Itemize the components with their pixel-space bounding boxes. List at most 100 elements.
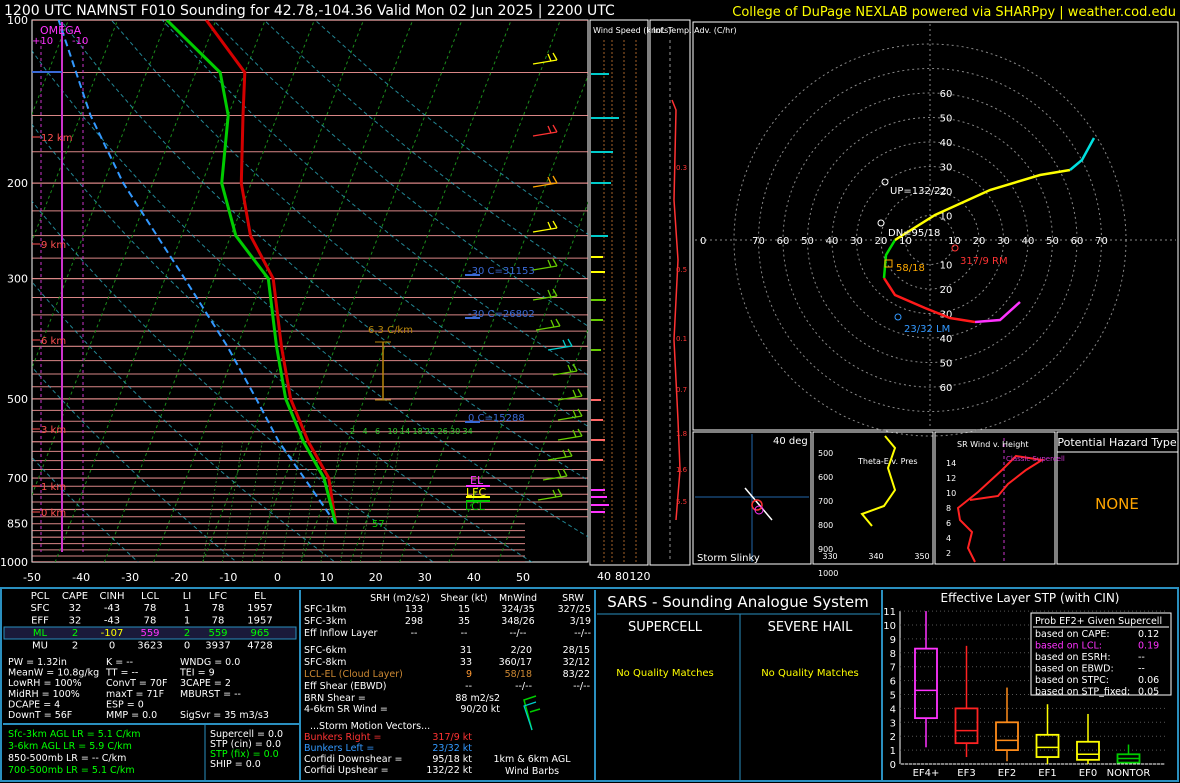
- parcel-cell: 78: [212, 616, 225, 627]
- temperature-axis: -50 -40 -30 -20 -10 0 10 20 30 40 50: [23, 571, 530, 584]
- srwind-classic-label: Classic Supercell: [1006, 455, 1065, 463]
- hodo-ring-label: 30: [997, 236, 1010, 247]
- mixing-ratio-label: 4: [363, 427, 368, 436]
- wind-barb-flag: [557, 488, 563, 497]
- stp-y-tick: 10: [883, 621, 896, 632]
- wind-barb: [532, 227, 558, 233]
- index-col1: DCAPE = 4: [8, 699, 60, 710]
- wind-barb-flag: [552, 220, 558, 229]
- parcel-header: EL: [254, 591, 266, 602]
- kinematic-cell: --/--: [510, 628, 527, 639]
- prob-label: based on STP_fixed:: [1035, 687, 1130, 698]
- parcel-cell: 1: [184, 616, 190, 627]
- index-col2: ConvT = 70F: [106, 678, 167, 689]
- index-col2: MMP = 0.0: [106, 710, 157, 721]
- sr46-label: 4-6km SR Wind =: [304, 704, 388, 715]
- wind-barb-flag: [547, 259, 552, 268]
- bunkers-right-value: 317/9 kt: [432, 732, 472, 743]
- temperature-tick-label: -40: [72, 571, 90, 584]
- mixing-ratio-label: 2: [350, 427, 355, 436]
- index-col3: 3CAPE = 2: [180, 678, 231, 689]
- temperature-tick-label: 10: [320, 571, 334, 584]
- kinematic-cell: 360/17: [499, 657, 532, 668]
- parcel-cell: 0: [184, 641, 190, 652]
- isotherm: [202, 20, 414, 562]
- corfidi-down-value: 95/18 kt: [432, 754, 472, 765]
- stp-box: [1035, 733, 1060, 758]
- pressure-tick-label: 700: [7, 472, 28, 485]
- prob-label: based on LCL:: [1035, 641, 1102, 652]
- parcel-cell: -107: [101, 628, 124, 639]
- srwind-height-tick: 8: [946, 504, 951, 513]
- parcel-cell: 4728: [247, 641, 272, 652]
- hodo-ring-label: 50: [940, 359, 953, 370]
- kinematic-cell: 133: [405, 604, 423, 615]
- wind-barb-flag: [552, 175, 558, 184]
- lapse-rate: Sfc-3km AGL LR = 5.1 C/km: [8, 729, 140, 740]
- kinematic-header: Shear (kt): [440, 593, 487, 604]
- wind-barb: [537, 495, 563, 501]
- wind-barb-flag: [567, 448, 573, 457]
- parcel-header: LFC: [209, 591, 227, 602]
- temperature-tick-label: -50: [23, 571, 41, 584]
- sars-hail-result: No Quality Matches: [761, 668, 859, 679]
- parcel-cell: 559: [140, 628, 159, 639]
- wind-barb-flag: [547, 125, 552, 134]
- kinematic-cell: --: [465, 681, 472, 692]
- sars-supercell-result: No Quality Matches: [616, 668, 714, 679]
- hodo-ring-label: 40: [826, 236, 839, 247]
- kinematic-header: MnWind: [499, 593, 537, 604]
- advection-profile: [671, 99, 681, 521]
- theta-e-profile: [860, 435, 897, 527]
- theta-x-tick: 350: [914, 552, 929, 561]
- mixing-ratio-label: 6: [375, 427, 380, 436]
- srwind-height-tick: 14: [946, 459, 956, 468]
- index-col3: WNDG = 0.0: [180, 657, 240, 668]
- index-col2: maxT = 71F: [106, 689, 164, 700]
- hodo-ring-label: 20: [973, 236, 986, 247]
- parcel-cell: 1957: [247, 616, 272, 627]
- parcel-cell: 78: [144, 603, 157, 614]
- wind-speed-panel: [589, 19, 649, 566]
- wind-barb-flag: [547, 221, 552, 230]
- wind-barb-flag: [555, 318, 561, 327]
- parcel-cell: MU: [32, 641, 48, 652]
- prob-label: based on ESRH:: [1035, 652, 1111, 663]
- pressure-tick-label: 100: [7, 14, 28, 27]
- kinematic-cell: 348/26: [501, 616, 534, 627]
- dry-adiabat: [212, 20, 588, 327]
- dry-adiabat: [32, 456, 139, 562]
- storm-motion-title: ...Storm Motion Vectors...: [310, 721, 430, 732]
- kinematic-cell: 31: [460, 645, 472, 656]
- hazard-title: Potential Hazard Type: [1057, 436, 1177, 449]
- parcel-cell: -43: [104, 616, 120, 627]
- kinematic-cell: 83/22: [563, 669, 590, 680]
- wind-barb-flag: [577, 428, 583, 437]
- prob-label: based on EBWD:: [1035, 664, 1114, 675]
- hazard-value: NONE: [1095, 495, 1139, 513]
- sr-wind-panel: [934, 431, 1056, 565]
- advection-value: 0.1: [676, 335, 687, 343]
- corfidi-up-label: Corfidi Upshear =: [304, 765, 389, 776]
- wind-barb-flag: [572, 409, 577, 418]
- stp-category: EF4+: [913, 768, 940, 779]
- temperature-tick-label: 40: [467, 571, 481, 584]
- parcel-cell: 1957: [247, 603, 272, 614]
- kinematic-cell: 327/25: [558, 604, 591, 615]
- height-label: 1 km: [41, 482, 66, 493]
- omega-left: +10: [32, 36, 53, 47]
- corfidi-down-label: DN=95/18: [888, 228, 940, 239]
- stp-y-tick: 9: [890, 635, 896, 646]
- wind-barb-flag: [547, 53, 552, 62]
- srwind-height-tick: 12: [946, 474, 956, 483]
- bottom-tables: PCL CAPE CINH LCL LI LFC ELSFC 32 -43 78 1 78 1957EF…: [3, 591, 1172, 779]
- stp-y-tick: 6: [890, 677, 896, 688]
- wind-barb: [532, 295, 558, 301]
- kinematic-cell: 35: [458, 616, 470, 627]
- pressure-tick-label: 500: [7, 393, 28, 406]
- stp-y-tick: 8: [890, 649, 896, 660]
- temperature-tick-label: 30: [418, 571, 432, 584]
- sounding-title: 1200 UTC NAMNST F010 Sounding for 42.78,…: [4, 3, 615, 19]
- hodo-ring-label: 70: [1095, 236, 1108, 247]
- stp-y-tick: 2: [890, 732, 896, 743]
